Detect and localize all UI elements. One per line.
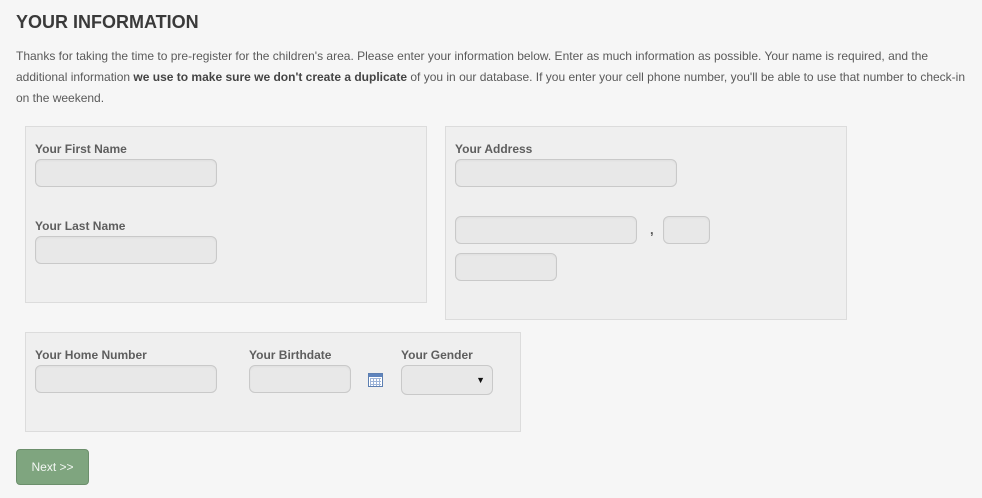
first-name-input[interactable] bbox=[35, 159, 217, 187]
city-input[interactable] bbox=[455, 216, 637, 244]
state-input[interactable] bbox=[663, 216, 710, 244]
address-panel: Your Address , bbox=[445, 126, 847, 320]
gender-select[interactable]: ▼ bbox=[401, 365, 493, 395]
details-panel: Your Home Number Your Birthdate Your Gen… bbox=[25, 332, 521, 432]
street-address-input[interactable] bbox=[455, 159, 677, 187]
page-title: YOUR INFORMATION bbox=[16, 12, 199, 32]
last-name-input[interactable] bbox=[35, 236, 217, 264]
home-number-label: Your Home Number bbox=[35, 348, 147, 362]
birthdate-input[interactable] bbox=[249, 365, 351, 393]
address-label: Your Address bbox=[455, 142, 533, 156]
birthdate-label: Your Birthdate bbox=[249, 348, 332, 362]
intro-text-bold: we use to make sure we don't create a du… bbox=[133, 70, 408, 84]
calendar-icon-grid bbox=[370, 378, 381, 386]
city-state-separator: , bbox=[650, 222, 654, 237]
next-button[interactable]: Next >> bbox=[16, 449, 89, 485]
intro-text: Thanks for taking the time to pre-regist… bbox=[16, 46, 966, 109]
home-number-input[interactable] bbox=[35, 365, 217, 393]
calendar-icon-header bbox=[369, 374, 382, 377]
name-panel: Your First Name Your Last Name bbox=[25, 126, 427, 303]
zip-input[interactable] bbox=[455, 253, 557, 281]
calendar-icon[interactable] bbox=[368, 373, 383, 387]
first-name-label: Your First Name bbox=[35, 142, 127, 156]
chevron-down-icon: ▼ bbox=[476, 375, 485, 385]
last-name-label: Your Last Name bbox=[35, 219, 126, 233]
gender-label: Your Gender bbox=[401, 348, 473, 362]
